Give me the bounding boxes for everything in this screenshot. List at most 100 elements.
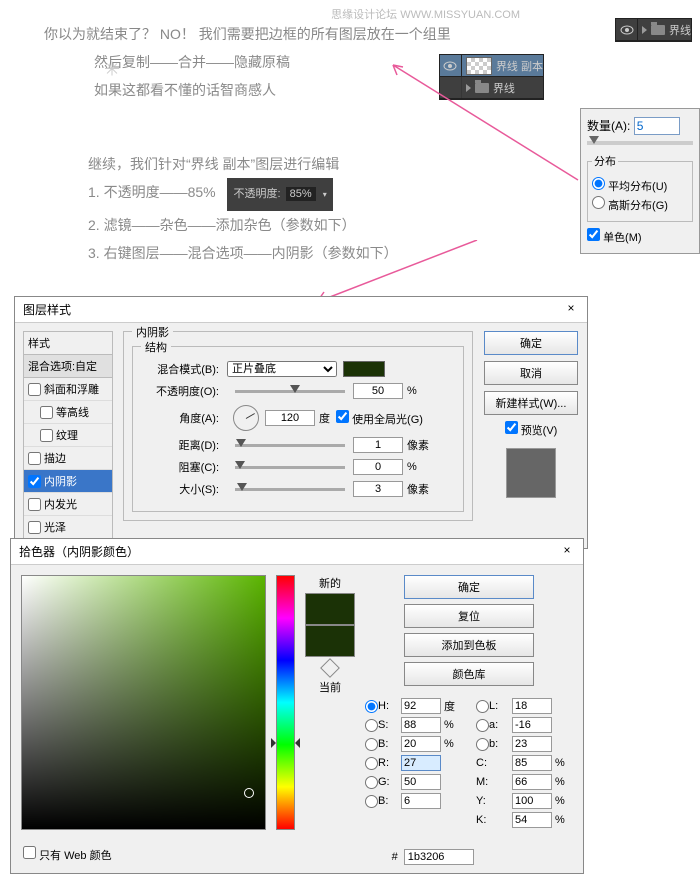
b-input[interactable] xyxy=(401,736,441,752)
r-radio[interactable] xyxy=(365,757,378,770)
lab-b-input[interactable] xyxy=(512,736,552,752)
inst-line2: 2. 滤镜——杂色——添加杂色（参数如下） xyxy=(88,211,398,239)
lab-b-radio[interactable] xyxy=(476,738,489,751)
inst-line1: 1. 不透明度——85% 不透明度: 85% ▾ xyxy=(88,178,398,211)
visibility-eye-icon[interactable] xyxy=(616,19,638,41)
m-input[interactable] xyxy=(512,774,552,790)
color-field[interactable] xyxy=(21,575,266,830)
size-input[interactable] xyxy=(353,481,403,497)
blend-options[interactable]: 混合选项:自定 xyxy=(24,355,112,378)
c-input[interactable] xyxy=(512,755,552,771)
s-input[interactable] xyxy=(401,717,441,733)
add-noise-panel: 数量(A): 分布 平均分布(U) 高斯分布(G) 单色(M) xyxy=(580,108,700,254)
g-row: G: xyxy=(365,774,462,790)
style-header[interactable]: 样式 xyxy=(24,332,112,355)
mono-checkbox[interactable]: 单色(M) xyxy=(587,232,642,244)
cube-icon[interactable] xyxy=(323,661,337,675)
expand-triangle-icon[interactable] xyxy=(642,26,647,34)
dialog-titlebar[interactable]: 拾色器（内阴影颜色） × xyxy=(11,539,583,565)
ok-button[interactable]: 确定 xyxy=(484,331,578,355)
arrow-annotation-icon xyxy=(388,60,588,220)
opacity-slider[interactable] xyxy=(235,390,345,393)
h-row: H:度 xyxy=(365,698,462,714)
bc-input[interactable] xyxy=(401,793,441,809)
folder-icon xyxy=(651,25,665,35)
g-input[interactable] xyxy=(401,774,441,790)
bc-row: B: xyxy=(365,793,462,809)
noise-amount-slider[interactable] xyxy=(587,141,693,145)
size-slider[interactable] xyxy=(235,488,345,491)
distance-slider[interactable] xyxy=(235,444,345,447)
color-picker-dialog: 拾色器（内阴影颜色） × 新的 当前 确定 复位 添加到色板 颜色库 H:度 L… xyxy=(10,538,584,874)
sparkle-icon xyxy=(94,57,116,79)
m-row: M:% xyxy=(476,774,573,790)
lab-b-row: b: xyxy=(476,736,573,752)
hex-input[interactable] xyxy=(404,849,474,865)
color-preview: 新的 当前 xyxy=(305,575,355,830)
close-button[interactable]: × xyxy=(563,301,579,318)
shadow-color-swatch[interactable] xyxy=(343,361,385,377)
style-item-texture[interactable]: 纹理 xyxy=(24,424,112,447)
global-light-checkbox[interactable]: 使用全局光(G) xyxy=(336,410,423,427)
a-row: a: xyxy=(476,717,573,733)
s-radio[interactable] xyxy=(365,719,378,732)
opacity-widget[interactable]: 不透明度: 85% ▾ xyxy=(227,178,332,211)
dist-gaussian[interactable]: 高斯分布(G) xyxy=(592,196,688,213)
hue-slider[interactable] xyxy=(276,575,295,830)
color-lib-button[interactable]: 颜色库 xyxy=(404,662,534,686)
blend-mode-select[interactable]: 正片叠底 xyxy=(227,361,337,377)
g-radio[interactable] xyxy=(365,776,378,789)
h-radio[interactable] xyxy=(365,700,378,713)
color-picker-cursor-icon xyxy=(244,788,254,798)
layer-name: 界线 xyxy=(669,22,691,38)
noise-amount-row: 数量(A): xyxy=(587,117,693,135)
new-style-button[interactable]: 新建样式(W)... xyxy=(484,391,578,415)
close-button[interactable]: × xyxy=(559,543,575,560)
current-color-swatch[interactable] xyxy=(305,625,355,657)
a-radio[interactable] xyxy=(476,719,489,732)
angle-dial[interactable] xyxy=(233,405,259,431)
b-row: B:% xyxy=(365,736,462,752)
style-item-innerglow[interactable]: 内发光 xyxy=(24,493,112,516)
reset-button[interactable]: 复位 xyxy=(404,604,534,628)
l-radio[interactable] xyxy=(476,700,489,713)
k-row: K:% xyxy=(476,812,573,828)
new-color-swatch xyxy=(305,593,355,625)
style-list: 样式 混合选项:自定 斜面和浮雕 等高线 纹理 描边 内阴影 内发光 光泽 xyxy=(23,331,113,540)
choke-slider[interactable] xyxy=(235,466,345,469)
bc-radio[interactable] xyxy=(365,795,378,808)
preview-checkbox[interactable]: 预览(V) xyxy=(505,421,558,438)
layer-style-dialog: 图层样式 × 样式 混合选项:自定 斜面和浮雕 等高线 纹理 描边 内阴影 内发… xyxy=(14,296,588,549)
r-row: R: xyxy=(365,755,462,771)
add-swatch-button[interactable]: 添加到色板 xyxy=(404,633,534,657)
ok-button[interactable]: 确定 xyxy=(404,575,534,599)
opacity-input[interactable] xyxy=(353,383,403,399)
choke-input[interactable] xyxy=(353,459,403,475)
s-row: S:% xyxy=(365,717,462,733)
style-item-innershadow[interactable]: 内阴影 xyxy=(24,470,112,493)
preview-swatch xyxy=(506,448,556,498)
dropdown-icon[interactable]: ▾ xyxy=(323,190,327,199)
layers-panel-top: 界线 xyxy=(615,18,692,42)
web-only-checkbox[interactable]: 只有 Web 颜色 xyxy=(23,846,112,863)
dialog-titlebar[interactable]: 图层样式 × xyxy=(15,297,587,323)
angle-input[interactable] xyxy=(265,410,315,426)
layer-row[interactable]: 界线 xyxy=(616,19,691,41)
cancel-button[interactable]: 取消 xyxy=(484,361,578,385)
style-item-satin[interactable]: 光泽 xyxy=(24,516,112,539)
b-radio[interactable] xyxy=(365,738,378,751)
l-input[interactable] xyxy=(512,698,552,714)
y-input[interactable] xyxy=(512,793,552,809)
distance-input[interactable] xyxy=(353,437,403,453)
watermark: 思缘设计论坛 WWW.MISSYUAN.COM xyxy=(331,6,520,22)
h-input[interactable] xyxy=(401,698,441,714)
style-item-bevel[interactable]: 斜面和浮雕 xyxy=(24,378,112,401)
dist-uniform[interactable]: 平均分布(U) xyxy=(592,177,688,194)
noise-amount-input[interactable] xyxy=(634,117,680,135)
style-item-stroke[interactable]: 描边 xyxy=(24,447,112,470)
a-input[interactable] xyxy=(512,717,552,733)
c-row: C:% xyxy=(476,755,573,771)
style-item-contour[interactable]: 等高线 xyxy=(24,401,112,424)
r-input[interactable] xyxy=(401,755,441,771)
k-input[interactable] xyxy=(512,812,552,828)
